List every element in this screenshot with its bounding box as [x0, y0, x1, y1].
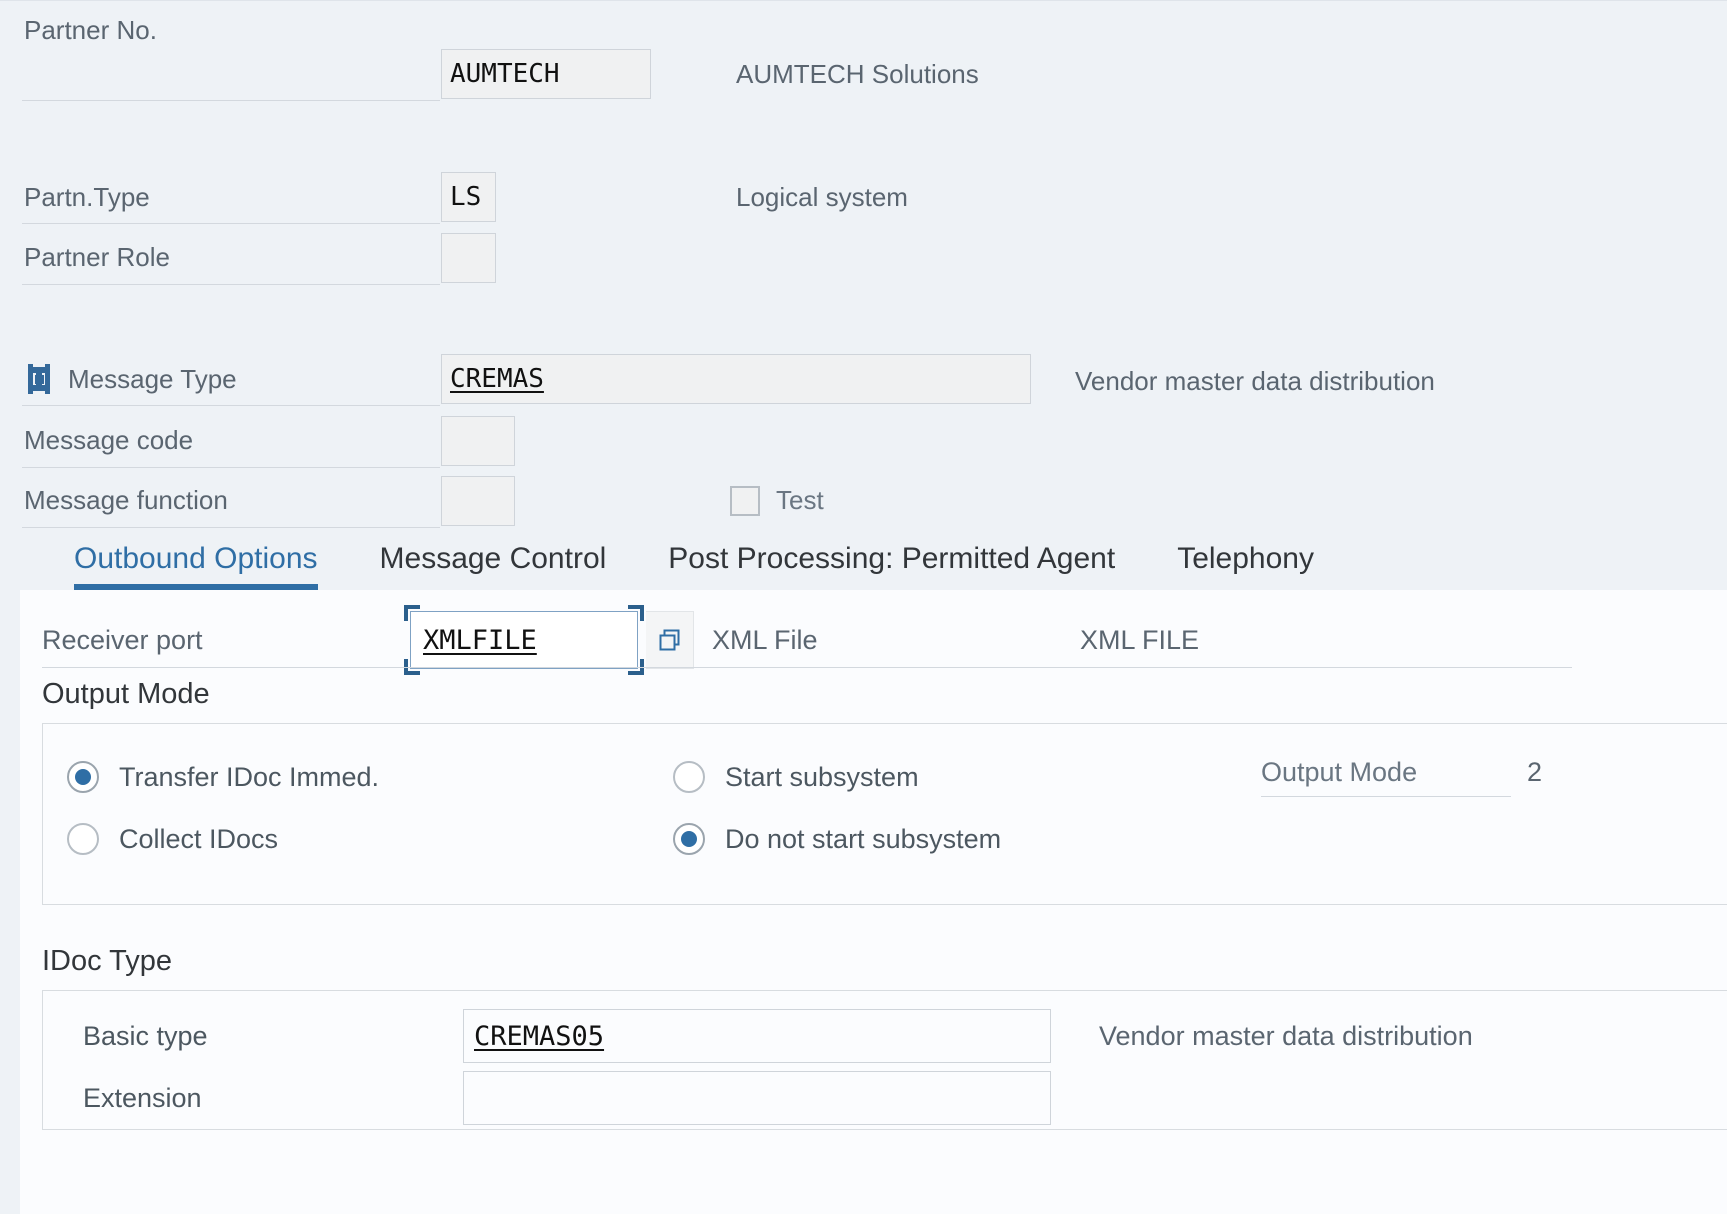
receiver-port-underline [42, 667, 1572, 668]
receiver-port-label: Receiver port [42, 624, 203, 655]
radio-start-subsystem[interactable] [673, 761, 705, 793]
radio-do-not-start-subsystem[interactable] [673, 823, 705, 855]
receiver-port-description-far: XML FILE [1080, 624, 1200, 655]
partner-no-underline [22, 100, 440, 101]
tab-telephony[interactable]: Telephony [1177, 542, 1314, 590]
partner-type-input[interactable]: LS [441, 172, 496, 222]
extension-label: Extension [83, 1082, 202, 1113]
test-checkbox[interactable] [730, 485, 760, 516]
output-mode-col2-row2: Do not start subsystem [673, 823, 1001, 855]
partner-no-input[interactable]: AUMTECH [441, 49, 651, 99]
message-type-description: Vendor master data distribution [1075, 366, 1435, 396]
message-function-input[interactable] [441, 476, 515, 526]
extension-input[interactable] [463, 1071, 1051, 1125]
test-checkbox-group[interactable]: Test [730, 485, 824, 516]
partner-type-label: Partn.Type [24, 182, 150, 212]
receiver-port-input[interactable]: XMLFILE [410, 611, 638, 669]
tab-post-processing-permitted-agent[interactable]: Post Processing: Permitted Agent [668, 542, 1115, 590]
output-mode-title: Output Mode [42, 678, 210, 710]
message-code-label: Message code [24, 425, 194, 455]
outbound-options-panel: Receiver port XMLFILE XML File XML FILE … [20, 590, 1727, 1214]
radio-label-start-subsystem: Start subsystem [725, 761, 919, 792]
tab-message-control[interactable]: Message Control [380, 542, 607, 590]
field-row-partner-no: Partner No. AUMTECH AUMTECH Solutions [0, 1, 1727, 101]
receiver-port-description: XML File [712, 624, 818, 655]
idoc-type-group: Basic type CREMAS05 Vendor master data d… [42, 990, 1727, 1130]
focus-corner-top-right [628, 605, 644, 621]
idoc-type-title: IDoc Type [42, 945, 173, 977]
partner-no-description: AUMTECH Solutions [736, 59, 979, 89]
partner-type-underline [22, 223, 440, 224]
partner-type-description: Logical system [736, 182, 908, 212]
basic-type-label: Basic type [83, 1020, 208, 1051]
output-mode-col2-row1: Start subsystem [673, 761, 919, 793]
partner-header-area: Partner No. AUMTECH AUMTECH Solutions Pa… [0, 0, 1727, 590]
radio-label-transfer-idoc-immed: Transfer IDoc Immed. [119, 761, 380, 792]
basic-type-value: CREMAS05 [474, 1020, 605, 1052]
partner-no-label: Partner No. [24, 15, 157, 45]
message-type-value: CREMAS [450, 364, 544, 394]
basic-type-input[interactable]: CREMAS05 [463, 1009, 1051, 1063]
message-type-underline [22, 405, 440, 406]
idoc-basic-type-row: Basic type CREMAS05 Vendor master data d… [43, 1005, 1727, 1067]
message-function-underline [22, 527, 440, 528]
tab-outbound-options[interactable]: Outbound Options [74, 542, 318, 590]
output-mode-field-value[interactable]: 2 [1527, 757, 1542, 788]
partner-role-label: Partner Role [24, 242, 170, 272]
output-mode-row-1: Transfer IDoc Immed. Start subsystem Out… [43, 746, 1727, 808]
radio-label-do-not-start-subsystem: Do not start subsystem [725, 823, 1002, 854]
receiver-port-value: XMLFILE [423, 624, 537, 656]
idoc-extension-row: Extension [43, 1067, 1727, 1129]
partner-role-underline [22, 284, 440, 285]
radio-label-collect-idocs: Collect IDocs [119, 823, 279, 854]
message-code-underline [22, 467, 440, 468]
message-code-input[interactable] [441, 416, 515, 466]
receiver-port-field-wrapper[interactable]: XMLFILE [404, 605, 644, 675]
message-type-label: Message Type [68, 364, 237, 394]
partner-role-input[interactable] [441, 233, 496, 283]
test-checkbox-label: Test [776, 485, 824, 515]
radio-transfer-idoc-immed[interactable] [67, 761, 99, 793]
output-mode-field: Output Mode 2 [1261, 757, 1542, 797]
output-mode-field-label: Output Mode [1261, 757, 1511, 797]
receiver-port-row: Receiver port XMLFILE XML File XML FILE [20, 590, 1727, 675]
output-mode-group: Transfer IDoc Immed. Start subsystem Out… [42, 723, 1727, 905]
message-type-input[interactable]: CREMAS [441, 354, 1031, 404]
radio-collect-idocs[interactable] [67, 823, 99, 855]
value-help-copy-icon[interactable] [646, 611, 694, 669]
tab-bar: Outbound Options Message Control Post Pr… [0, 532, 1727, 590]
output-mode-row-2: Collect IDocs Do not start subsystem [43, 808, 1727, 870]
message-function-label: Message function [24, 485, 228, 515]
basic-type-description: Vendor master data distribution [1099, 1020, 1473, 1051]
focus-corner-top-left [404, 605, 420, 621]
